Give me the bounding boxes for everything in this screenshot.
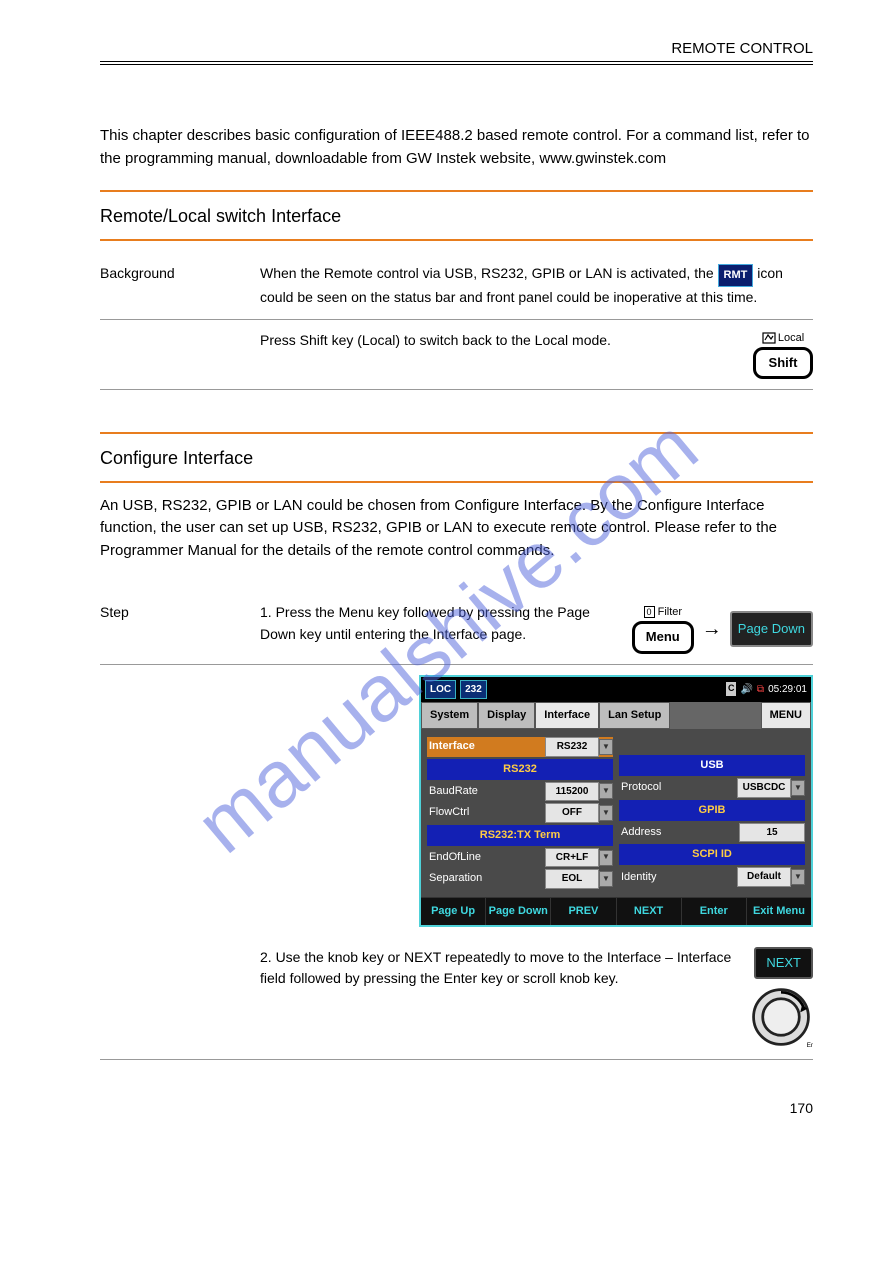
shift-key: Local Shift — [753, 330, 813, 379]
field-separation[interactable]: Separation EOL▼ — [427, 869, 613, 889]
step2-text: 2. Use the knob key or NEXT repeatedly t… — [260, 947, 739, 990]
tab-lan[interactable]: Lan Setup — [599, 702, 670, 729]
knob-icon: Enter — [749, 985, 813, 1049]
section-divider — [100, 239, 813, 241]
field-separation-label: Separation — [427, 870, 545, 887]
menu-key-above: Filter — [658, 606, 682, 618]
field-protocol-value: USBCDC — [737, 778, 791, 798]
field-eol-value: CR+LF — [545, 848, 599, 868]
chapter-header: REMOTE CONTROL — [100, 40, 813, 65]
field-eol-label: EndOfLine — [427, 849, 545, 866]
network-icon: ⧉ — [757, 682, 764, 698]
dropdown-icon[interactable]: ▼ — [599, 871, 613, 887]
field-baudrate-value: 115200 — [545, 782, 599, 802]
device-tabbar: System Display Interface Lan Setup MENU — [421, 702, 811, 729]
footer-next[interactable]: NEXT — [617, 898, 682, 925]
tab-menu[interactable]: MENU — [761, 702, 811, 729]
section-divider — [100, 432, 813, 434]
rs232-header: RS232 — [427, 759, 613, 780]
field-protocol-label: Protocol — [619, 779, 737, 796]
local-icon — [762, 332, 776, 344]
dropdown-icon[interactable]: ▼ — [599, 783, 613, 799]
text-before: When the Remote control via USB, RS232, … — [260, 265, 718, 281]
field-baudrate[interactable]: BaudRate 115200▼ — [427, 782, 613, 802]
tab-display[interactable]: Display — [478, 702, 535, 729]
field-identity-value: Default — [737, 867, 791, 887]
background-text: When the Remote control via USB, RS232, … — [260, 263, 813, 309]
switch-text: Press Shift key (Local) to switch back t… — [260, 330, 743, 352]
field-baudrate-label: BaudRate — [427, 783, 545, 800]
field-protocol[interactable]: Protocol USBCDC▼ — [619, 778, 805, 798]
device-footer: Page Up Page Down PREV NEXT Enter Exit M… — [421, 897, 811, 925]
step1-text: 1. Press the Menu key followed by pressi… — [260, 602, 622, 645]
time-display: 05:29:01 — [768, 682, 807, 698]
section-title-remote-local: Remote/Local switch Interface — [100, 206, 813, 227]
intro-text: This chapter describes basic configurati… — [100, 125, 813, 170]
pagedown-button: Page Down — [730, 611, 813, 647]
dropdown-icon[interactable]: ▼ — [791, 780, 805, 796]
svg-text:Enter: Enter — [807, 1042, 813, 1049]
menu-key-label: Menu — [632, 621, 694, 653]
field-identity-label: Identity — [619, 869, 737, 886]
field-interface[interactable]: Interface RS232▼ — [427, 737, 613, 757]
section-divider — [100, 190, 813, 192]
field-flowctrl-label: FlowCtrl — [427, 804, 545, 821]
gpib-header: GPIB — [619, 800, 805, 821]
footer-pageup[interactable]: Page Up — [421, 898, 486, 925]
arrow-right-icon: → — [702, 614, 722, 645]
tab-interface[interactable]: Interface — [535, 702, 599, 729]
device-screenshot: LOC 232 C 🔊 ⧉ 05:29:01 System Display In… — [419, 675, 813, 927]
row-divider — [100, 1059, 813, 1060]
footer-exitmenu[interactable]: Exit Menu — [747, 898, 811, 925]
page-number: 170 — [100, 1100, 813, 1116]
field-eol[interactable]: EndOfLine CR+LF▼ — [427, 848, 613, 868]
menu-key: 0 Filter Menu — [632, 604, 694, 653]
shift-key-above: Local — [778, 330, 804, 347]
field-flowctrl-value: OFF — [545, 803, 599, 823]
rmt-icon: RMT — [718, 264, 754, 287]
dropdown-icon[interactable]: ▼ — [599, 739, 613, 755]
dropdown-icon[interactable]: ▼ — [791, 869, 805, 885]
usb-header: USB — [619, 755, 805, 776]
next-button: NEXT — [754, 947, 813, 979]
step-label: Step — [100, 602, 260, 653]
battery-icon: C — [726, 682, 737, 696]
dropdown-icon[interactable]: ▼ — [599, 805, 613, 821]
background-label: Background — [100, 263, 260, 309]
field-address-value: 15 — [739, 823, 805, 843]
dropdown-icon[interactable]: ▼ — [599, 850, 613, 866]
field-flowctrl[interactable]: FlowCtrl OFF▼ — [427, 803, 613, 823]
footer-enter[interactable]: Enter — [682, 898, 747, 925]
speaker-icon: 🔊 — [740, 682, 752, 698]
configure-body: An USB, RS232, GPIB or LAN could be chos… — [100, 495, 813, 563]
shift-key-label: Shift — [753, 347, 813, 379]
field-interface-label: Interface — [427, 738, 545, 755]
section-title-configure: Configure Interface — [100, 448, 813, 469]
tab-system[interactable]: System — [421, 702, 478, 729]
field-separation-value: EOL — [545, 869, 599, 889]
field-address[interactable]: Address 15 — [619, 823, 805, 843]
field-identity[interactable]: Identity Default▼ — [619, 867, 805, 887]
footer-pagedown[interactable]: Page Down — [486, 898, 551, 925]
scpi-header: SCPI ID — [619, 844, 805, 865]
field-address-label: Address — [619, 824, 739, 841]
mode-chip: 232 — [460, 680, 487, 700]
footer-prev[interactable]: PREV — [551, 898, 616, 925]
txterm-header: RS232:TX Term — [427, 825, 613, 846]
field-interface-value: RS232 — [545, 737, 599, 757]
loc-chip: LOC — [425, 680, 456, 700]
section-divider — [100, 481, 813, 483]
